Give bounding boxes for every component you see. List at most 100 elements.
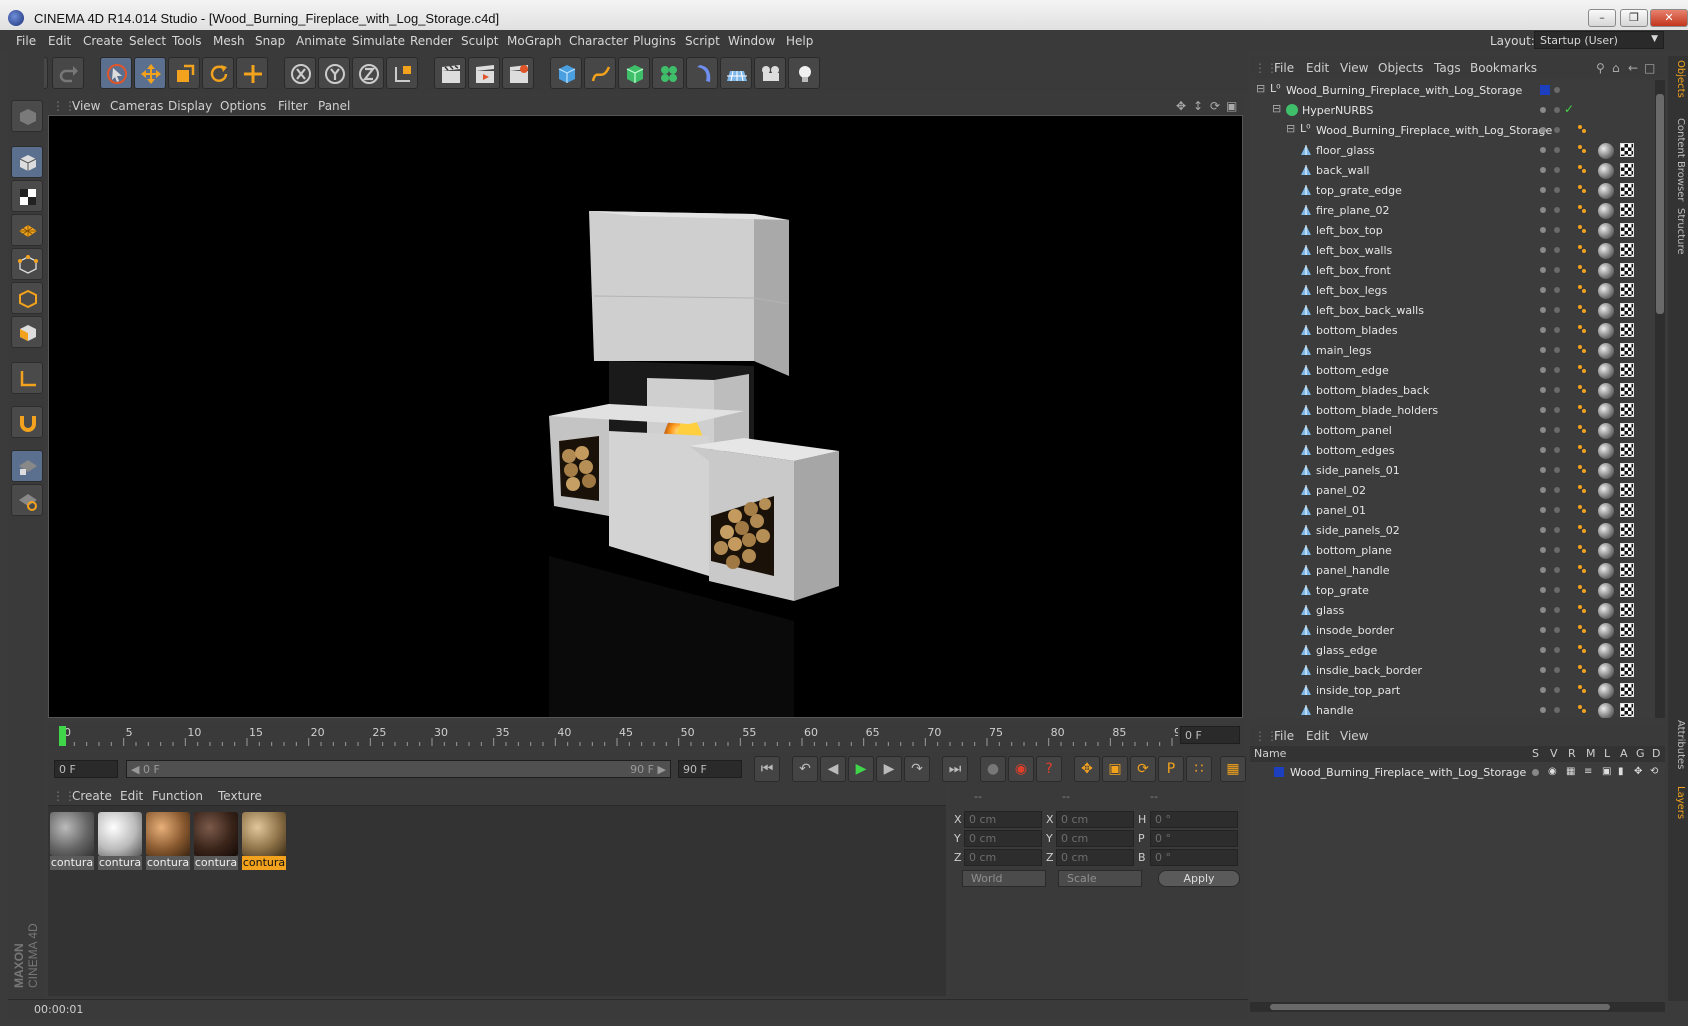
move-tool-button[interactable] — [134, 57, 166, 89]
phong-tag-icon[interactable] — [1578, 325, 1588, 335]
editor-visibility-dot[interactable] — [1540, 467, 1546, 473]
tab-content-browser[interactable]: Content Browser — [1670, 118, 1686, 201]
tree-row-object[interactable]: left_box_top — [1250, 220, 1655, 240]
editor-visibility-dot[interactable] — [1540, 387, 1546, 393]
material-swatch-selected[interactable]: contura — [242, 812, 286, 870]
render-visibility-dot[interactable] — [1554, 647, 1560, 653]
tree-row-object[interactable]: insdie_back_border — [1250, 660, 1655, 680]
phong-tag-icon[interactable] — [1578, 505, 1588, 515]
menu-script[interactable]: Script — [685, 34, 720, 48]
render-visibility-dot[interactable] — [1554, 307, 1560, 313]
position-z-field[interactable]: 0 cm — [964, 849, 1042, 866]
editor-visibility-dot[interactable] — [1540, 447, 1546, 453]
editor-visibility-dot[interactable] — [1540, 547, 1546, 553]
tree-row-object[interactable]: bottom_panel — [1250, 420, 1655, 440]
phong-tag-icon[interactable] — [1578, 125, 1588, 135]
render-icon[interactable]: ▦ — [1566, 766, 1575, 777]
phong-tag-icon[interactable] — [1578, 565, 1588, 575]
render-visibility-dot[interactable] — [1554, 627, 1560, 633]
phong-tag-icon[interactable] — [1578, 405, 1588, 415]
texture-tag-icon[interactable] — [1620, 663, 1634, 677]
search-icon[interactable]: ⚲ — [1596, 61, 1605, 75]
phong-tag-icon[interactable] — [1578, 545, 1588, 555]
texture-tag-icon[interactable] — [1620, 603, 1634, 617]
texture-tag-icon[interactable] — [1620, 423, 1634, 437]
object-manager-scrollbar[interactable] — [1655, 80, 1665, 718]
viewport-menu-filter[interactable]: Filter — [278, 99, 308, 113]
workplane-mode-button[interactable] — [11, 214, 43, 246]
render-visibility-dot[interactable] — [1554, 287, 1560, 293]
tree-row-object[interactable]: bottom_edges — [1250, 440, 1655, 460]
editor-visibility-dot[interactable] — [1540, 107, 1546, 113]
phong-tag-icon[interactable] — [1578, 445, 1588, 455]
texture-tag-icon[interactable] — [1620, 443, 1634, 457]
timeline-ruler-bar[interactable]: 051015202530354045505560657075808590 0 F — [48, 722, 1243, 750]
texture-tag-icon[interactable] — [1620, 303, 1634, 317]
texture-tag-icon[interactable] — [1620, 683, 1634, 697]
render-visibility-dot[interactable] — [1554, 227, 1560, 233]
phong-tag-icon[interactable] — [1578, 525, 1588, 535]
editor-visibility-dot[interactable] — [1540, 207, 1546, 213]
lm-menu-file[interactable]: File — [1274, 729, 1294, 743]
collapse-icon[interactable]: ⊟ — [1286, 122, 1298, 135]
column-render[interactable]: R — [1568, 747, 1576, 760]
editor-visibility-dot[interactable] — [1540, 267, 1546, 273]
tree-row-object[interactable]: bottom_edge — [1250, 360, 1655, 380]
phong-tag-icon[interactable] — [1578, 145, 1588, 155]
material-tag-icon[interactable] — [1598, 203, 1614, 219]
texture-tag-icon[interactable] — [1620, 143, 1634, 157]
previous-frame-button[interactable]: ◀ — [820, 756, 846, 782]
render-visibility-dot[interactable] — [1554, 367, 1560, 373]
texture-tag-icon[interactable] — [1620, 543, 1634, 557]
size-mode-dropdown[interactable]: Scale — [1058, 870, 1142, 887]
column-manager[interactable]: M — [1586, 747, 1596, 760]
material-tag-icon[interactable] — [1598, 403, 1614, 419]
tree-row-object[interactable]: left_box_front — [1250, 260, 1655, 280]
phong-tag-icon[interactable] — [1578, 185, 1588, 195]
editor-visibility-dot[interactable] — [1540, 587, 1546, 593]
editor-visibility-dot[interactable] — [1540, 227, 1546, 233]
size-z-field[interactable]: 0 cm — [1056, 849, 1134, 866]
menu-help[interactable]: Help — [786, 34, 813, 48]
collapse-icon[interactable]: ⊟ — [1272, 102, 1284, 115]
texture-tag-icon[interactable] — [1620, 323, 1634, 337]
next-keyframe-button[interactable]: ↷ — [904, 756, 930, 782]
editor-visibility-dot[interactable] — [1540, 527, 1546, 533]
viewport-menu-view[interactable]: View — [72, 99, 100, 113]
editor-visibility-dot[interactable] — [1540, 687, 1546, 693]
key-rotation-button[interactable]: ⟳ — [1130, 756, 1156, 782]
deformer-button[interactable] — [686, 57, 718, 89]
maximize-button[interactable]: ❐ — [1620, 9, 1648, 27]
new-window-icon[interactable]: □ — [1644, 61, 1655, 75]
tree-row-object[interactable]: fire_plane_02 — [1250, 200, 1655, 220]
texture-tag-icon[interactable] — [1620, 463, 1634, 477]
eye-icon[interactable]: ◉ — [1548, 766, 1557, 777]
om-menu-edit[interactable]: Edit — [1306, 61, 1329, 75]
phong-tag-icon[interactable] — [1578, 205, 1588, 215]
phong-tag-icon[interactable] — [1578, 625, 1588, 635]
record-keys-button[interactable]: ● — [980, 756, 1006, 782]
editor-visibility-dot[interactable] — [1540, 287, 1546, 293]
render-visibility-dot[interactable] — [1554, 607, 1560, 613]
material-tag-icon[interactable] — [1598, 223, 1614, 239]
texture-tag-icon[interactable] — [1620, 503, 1634, 517]
render-visibility-dot[interactable] — [1554, 327, 1560, 333]
render-visibility-dot[interactable] — [1554, 267, 1560, 273]
editor-visibility-dot[interactable] — [1540, 147, 1546, 153]
phong-tag-icon[interactable] — [1578, 465, 1588, 475]
material-swatch[interactable]: contura — [98, 812, 142, 870]
viewport-menu-cameras[interactable]: Cameras — [110, 99, 163, 113]
material-menu-create[interactable]: Create — [72, 789, 112, 803]
snapping-button[interactable] — [11, 406, 43, 438]
editor-visibility-dot[interactable] — [1540, 427, 1546, 433]
tree-row-object[interactable]: glass — [1250, 600, 1655, 620]
phong-tag-icon[interactable] — [1578, 605, 1588, 615]
render-visibility-dot[interactable] — [1554, 527, 1560, 533]
viewport-maximize-icon[interactable]: ▣ — [1226, 99, 1237, 113]
rotation-b-field[interactable]: 0 ° — [1150, 849, 1238, 866]
live-selection-button[interactable] — [100, 57, 132, 89]
edges-mode-button[interactable] — [11, 282, 43, 314]
menu-simulate[interactable]: Simulate — [352, 34, 405, 48]
material-tag-icon[interactable] — [1598, 583, 1614, 599]
editor-visibility-dot[interactable] — [1540, 607, 1546, 613]
